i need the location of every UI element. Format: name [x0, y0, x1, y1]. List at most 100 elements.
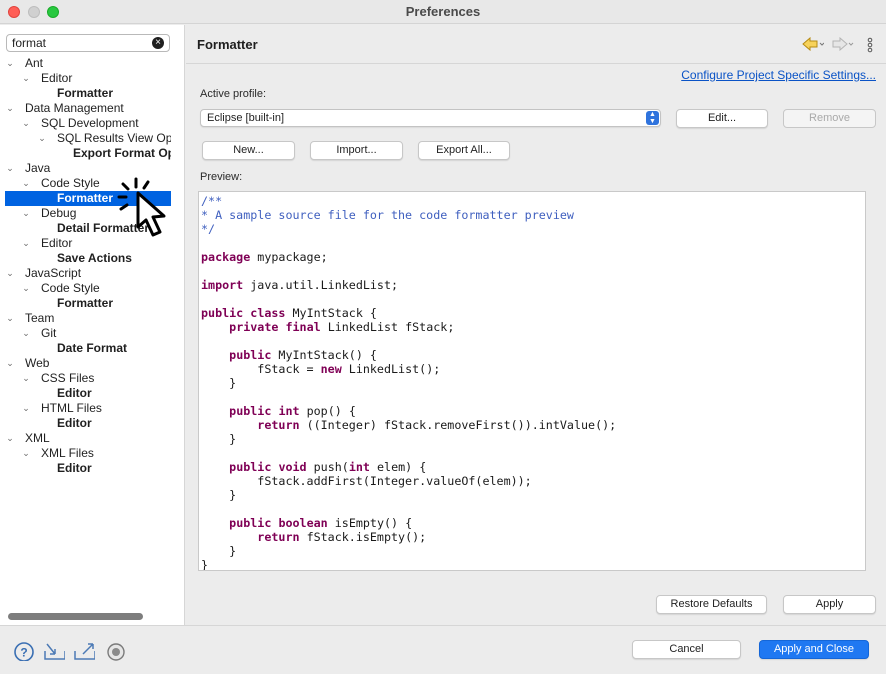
- back-arrow-icon[interactable]: [802, 37, 824, 51]
- code-comment: */: [201, 222, 216, 236]
- tree-item-label: Save Actions: [57, 251, 132, 265]
- filter-field[interactable]: ×: [6, 34, 170, 52]
- forward-arrow-icon[interactable]: [832, 37, 854, 51]
- code-text: elem) {: [369, 460, 427, 474]
- view-menu-icon[interactable]: [866, 37, 874, 53]
- restore-defaults-button[interactable]: Restore Defaults: [656, 595, 767, 614]
- chevron-down-icon[interactable]: ⌄: [21, 401, 31, 416]
- code-line: private final LinkedList fStack;: [201, 320, 454, 334]
- chevron-down-icon[interactable]: ⌄: [5, 431, 15, 446]
- tree-item[interactable]: ⌄ HTML Files: [0, 401, 171, 416]
- tree-item[interactable]: Formatter: [5, 191, 171, 206]
- tree-item-label: Git: [41, 326, 57, 340]
- code-keyword: return: [257, 530, 300, 544]
- horizontal-scrollbar[interactable]: [8, 613, 143, 620]
- filter-input[interactable]: [12, 36, 142, 50]
- chevron-down-icon[interactable]: ⌄: [21, 176, 31, 191]
- code-text: push(: [306, 460, 349, 474]
- tree-item[interactable]: ⌄ Ant: [0, 56, 171, 71]
- configure-project-settings-link[interactable]: Configure Project Specific Settings...: [681, 68, 876, 82]
- chevron-down-icon[interactable]: ⌄: [37, 131, 47, 146]
- chevron-down-icon[interactable]: ⌄: [21, 326, 31, 341]
- active-profile-select[interactable]: Eclipse [built-in] ▲ ▼: [200, 109, 661, 127]
- tree-item[interactable]: ⌄ SQL Development: [0, 116, 171, 131]
- tree-item[interactable]: ⌄ Java: [0, 161, 171, 176]
- code-comment: /**: [201, 194, 223, 208]
- tree-item[interactable]: ⌄ XML: [0, 431, 171, 446]
- code-line: }: [201, 544, 236, 558]
- apply-button[interactable]: Apply: [783, 595, 876, 614]
- tree-item-label: Editor: [41, 236, 73, 250]
- tree-item[interactable]: Formatter: [0, 296, 171, 311]
- tree-item[interactable]: ⌄ JavaScript: [0, 266, 171, 281]
- tree-item[interactable]: Date Format: [0, 341, 171, 356]
- chevron-down-icon[interactable]: ⌄: [21, 371, 31, 386]
- tree-item[interactable]: Editor: [0, 416, 171, 431]
- tree-item[interactable]: ⌄ Web: [0, 356, 171, 371]
- tree-item-label: XML: [25, 431, 50, 445]
- remove-button[interactable]: Remove: [783, 109, 876, 128]
- export-all-button[interactable]: Export All...: [418, 141, 510, 160]
- title-bar: Preferences: [0, 0, 886, 24]
- apply-and-close-button[interactable]: Apply and Close: [759, 640, 869, 659]
- chevron-down-icon[interactable]: ⌄: [21, 71, 31, 86]
- record-icon[interactable]: [105, 641, 127, 661]
- tree-item[interactable]: Editor: [0, 386, 171, 401]
- code-line: return ((Integer) fStack.removeFirst()).…: [201, 418, 616, 432]
- edit-button[interactable]: Edit...: [676, 109, 768, 128]
- clear-filter-icon[interactable]: ×: [152, 37, 164, 49]
- chevron-down-icon[interactable]: ⌄: [21, 236, 31, 251]
- tree-item[interactable]: ⌄ Editor: [0, 71, 171, 86]
- chevron-down-icon[interactable]: ⌄: [5, 101, 15, 116]
- tree-item[interactable]: ⌄ Code Style: [0, 281, 171, 296]
- code-keyword: private: [229, 320, 279, 334]
- chevron-down-icon[interactable]: ⌄: [5, 161, 15, 176]
- tree-item[interactable]: Editor: [0, 461, 171, 476]
- help-icon[interactable]: ?: [13, 641, 35, 661]
- tree-item[interactable]: Save Actions: [0, 251, 171, 266]
- tree-item[interactable]: ⌄ Data Management: [0, 101, 171, 116]
- tree-item[interactable]: ⌄ SQL Results View Opt: [0, 131, 171, 146]
- tree-item-label: Formatter: [57, 191, 114, 205]
- code-line: fStack = new LinkedList();: [201, 362, 440, 376]
- code-line: /**: [201, 194, 222, 208]
- tree-item-label: Formatter: [57, 86, 114, 100]
- tree-item[interactable]: ⌄ Git: [0, 326, 171, 341]
- code-text: }: [201, 488, 237, 502]
- code-line: public int pop() {: [201, 404, 356, 418]
- tree-item[interactable]: Formatter: [0, 86, 171, 101]
- code-comment: * A sample source file for the code form…: [201, 208, 574, 222]
- import-profile-button[interactable]: Import...: [310, 141, 403, 160]
- chevron-down-icon[interactable]: ⌄: [21, 206, 31, 221]
- new-profile-button[interactable]: New...: [202, 141, 295, 160]
- chevron-down-icon[interactable]: ⌄: [5, 311, 15, 326]
- chevron-down-icon[interactable]: ⌄: [21, 116, 31, 131]
- chevron-down-icon[interactable]: ⌄: [5, 356, 15, 371]
- tree-item[interactable]: ⌄ Code Style: [0, 176, 171, 191]
- export-icon[interactable]: [73, 641, 95, 661]
- tree-item[interactable]: Export Format Opt: [0, 146, 171, 161]
- cancel-button[interactable]: Cancel: [632, 640, 741, 659]
- code-keyword: class: [250, 306, 286, 320]
- chevron-down-icon[interactable]: ⌄: [5, 56, 15, 71]
- code-text: MyIntStack() {: [271, 348, 377, 362]
- code-text: fStack.isEmpty();: [299, 530, 427, 544]
- chevron-down-icon[interactable]: ⌄: [5, 266, 15, 281]
- tree-item[interactable]: ⌄ Team: [0, 311, 171, 326]
- code-text: java.util.LinkedList;: [243, 278, 399, 292]
- tree-item[interactable]: ⌄ Editor: [0, 236, 171, 251]
- code-preview[interactable]: /** * A sample source file for the code …: [198, 191, 866, 571]
- tree-item[interactable]: ⌄ CSS Files: [0, 371, 171, 386]
- code-keyword: public: [229, 348, 272, 362]
- chevron-down-icon[interactable]: ⌄: [21, 446, 31, 461]
- tree-item[interactable]: ⌄ Debug: [0, 206, 171, 221]
- preferences-sidebar: × ⌄Ant⌄EditorFormatter⌄Data Management⌄S…: [0, 25, 185, 625]
- import-icon[interactable]: [43, 641, 65, 661]
- tree-item[interactable]: ⌄ XML Files: [0, 446, 171, 461]
- chevron-down-icon[interactable]: ⌄: [21, 281, 31, 296]
- tree-item[interactable]: Detail Formatters: [0, 221, 171, 236]
- active-profile-value: Eclipse [built-in]: [207, 112, 285, 124]
